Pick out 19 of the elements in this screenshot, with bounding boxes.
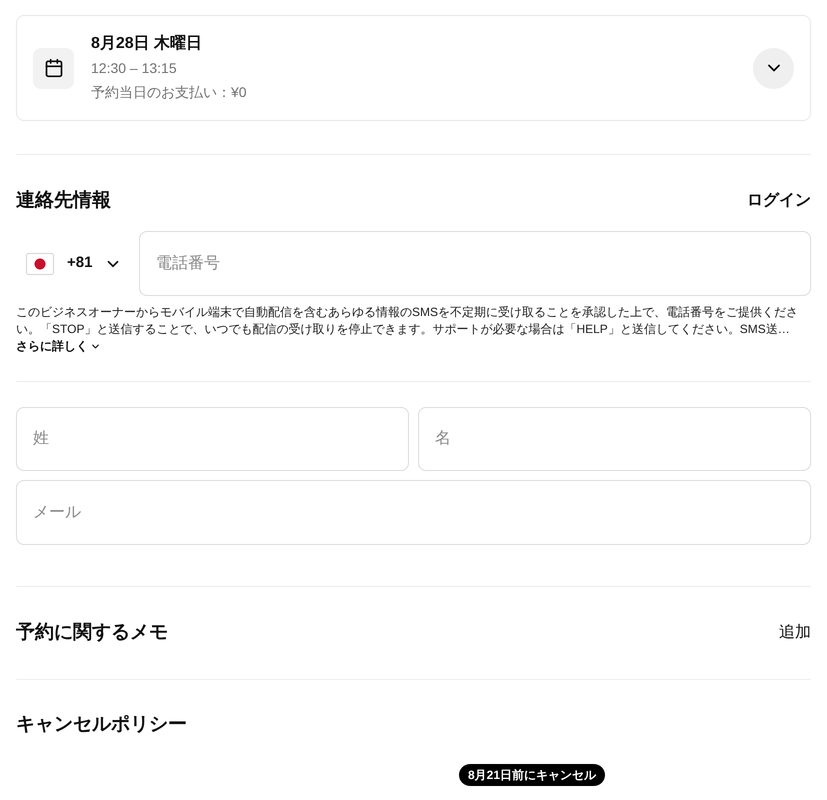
section-title: 予約に関するメモ	[16, 621, 168, 645]
add-memo-link[interactable]: 追加	[779, 621, 811, 645]
cancel-deadline-badge: 8月21日前にキャンセル	[459, 764, 606, 786]
section-title: 連絡先情報	[16, 189, 111, 213]
country-code-selector[interactable]: +81	[16, 231, 139, 296]
email-input[interactable]: メール	[16, 480, 811, 545]
name-input[interactable]: 姓	[16, 407, 409, 471]
section-title: キャンセルポリシー	[16, 713, 187, 737]
appointment-time: 12:30 – 13:15	[91, 59, 178, 78]
flag-icon	[26, 252, 54, 274]
payment-info: 予約当日のお支払い：¥0	[91, 83, 248, 102]
sms-disclaimer: このビジネスオーナーからモバイル端末で自動配信を含むあらゆる情報のSMSを不定期に受け取ることを承認した上で、電話番号をご提供ください。「STOP」と送信することで、いつでも配信の受け取りを停止できます。サポートが必要な場合は「HELP」と送信してください。SMS送…	[16, 304, 800, 338]
phone-input[interactable]: 電話番号	[139, 231, 811, 296]
name-input[interactable]: 名	[418, 407, 811, 471]
learn-more-link[interactable]: さらに詳しく	[16, 338, 101, 355]
expand-button[interactable]	[753, 48, 794, 88]
appointment-date: 8月28日 木曜日	[91, 34, 204, 54]
calendar-icon	[33, 48, 74, 88]
login-link[interactable]: ログイン	[747, 189, 811, 213]
